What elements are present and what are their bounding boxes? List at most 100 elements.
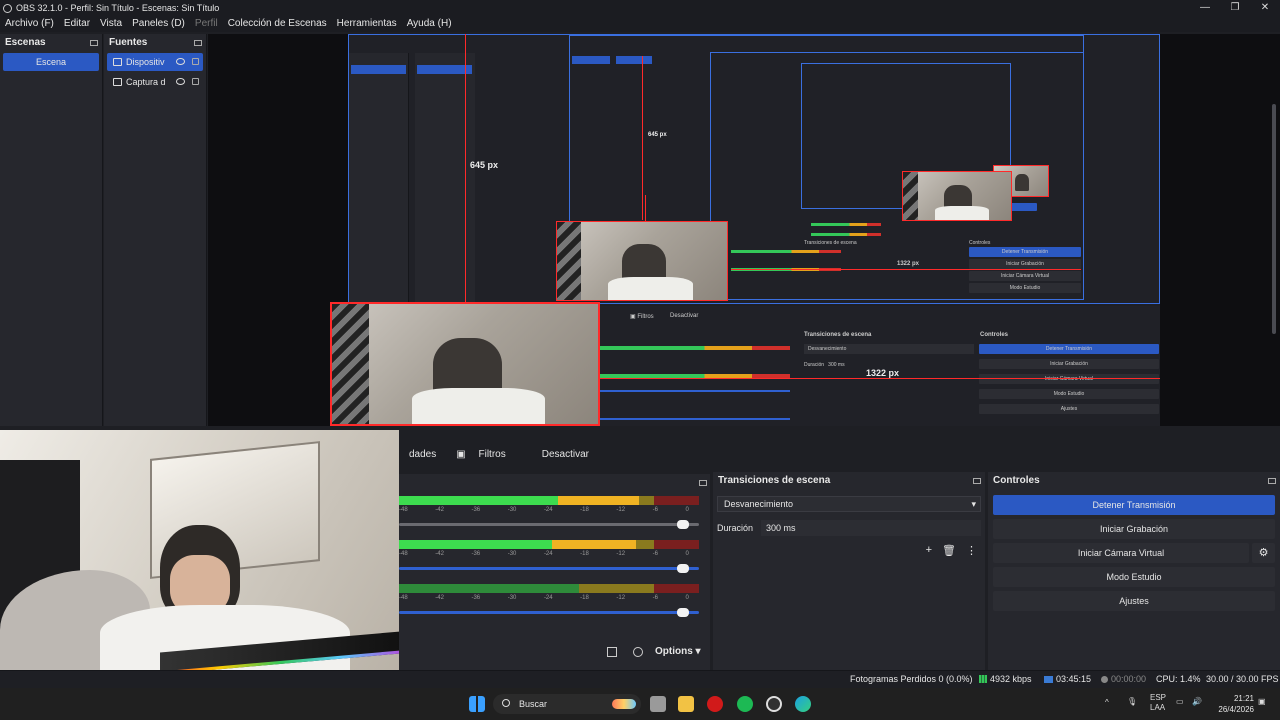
guide-vertical — [465, 34, 466, 302]
nested-trans-title: Transiciones de escena — [804, 332, 872, 338]
visibility-eye-icon[interactable] — [176, 58, 185, 65]
app-red-icon[interactable] — [707, 696, 723, 712]
preview-canvas[interactable]: 645 px Transiciones de escena Controles … — [208, 34, 1280, 426]
visibility-eye-icon[interactable] — [176, 78, 185, 85]
selected-camera-source[interactable] — [330, 302, 600, 426]
meter-scale: -48 -42 -36 -30 -24 -18 -12 -6 0 — [399, 507, 699, 513]
transition-select[interactable]: Desvanecimiento — [717, 496, 981, 512]
add-icon[interactable]: + — [926, 544, 932, 557]
scenes-dock-icon[interactable] — [90, 40, 98, 46]
deactivate-button[interactable]: Desactivar — [526, 449, 599, 460]
source-item-dispositivo[interactable]: Dispositiv — [107, 53, 203, 71]
window-capture-icon — [113, 78, 122, 86]
close-button[interactable]: ✕ — [1250, 0, 1280, 16]
duration-input[interactable]: 300 ms — [761, 520, 981, 536]
nested-studio-button: Modo Estudio — [969, 283, 1081, 293]
lock-icon[interactable] — [192, 58, 199, 65]
mixer-dock-icon[interactable] — [699, 480, 707, 486]
window-title: OBS 32.1.0 - Perfil: Sin Título - Escena… — [16, 3, 220, 13]
nested-controls-title: Controles — [980, 332, 1009, 338]
lang-bottom: LAA — [1150, 703, 1166, 712]
meter-tick-label: -42 — [435, 551, 444, 557]
transitions-dock-icon[interactable] — [973, 478, 981, 484]
menu-editar[interactable]: Editar — [59, 16, 95, 32]
more-icon[interactable]: ⋮ — [966, 544, 977, 557]
preview-vertical-scrollbar[interactable] — [1272, 104, 1276, 334]
nested-vcam-button: Iniciar Cámara Virtual — [979, 374, 1159, 384]
settings-button[interactable]: Ajustes — [993, 591, 1275, 611]
volume-slider-handle[interactable] — [677, 564, 689, 573]
obs-logo-icon — [3, 3, 12, 13]
meter-tick-label: 0 — [685, 551, 689, 557]
microphone-icon[interactable]: 🎙 — [1127, 697, 1137, 706]
stop-stream-button[interactable]: Detener Transmisión — [993, 495, 1275, 515]
filters-button[interactable]: ▣ Filtros — [446, 449, 525, 460]
properties-button[interactable]: dades — [399, 449, 446, 460]
spotify-icon[interactable] — [737, 696, 753, 712]
clock-time: 21:21 — [1233, 694, 1254, 703]
meter-tick-label: -42 — [435, 595, 444, 601]
meter-tick-label: -48 — [399, 507, 408, 513]
sources-dock-icon[interactable] — [194, 40, 202, 46]
volume-slider[interactable] — [399, 608, 699, 617]
menu-vista[interactable]: Vista — [95, 16, 127, 32]
menu-coleccion-escenas[interactable]: Colección de Escenas — [223, 16, 332, 32]
volume-slider-handle[interactable] — [677, 608, 689, 617]
volume-slider[interactable] — [399, 520, 699, 529]
obs-taskbar-icon[interactable] — [766, 696, 782, 712]
network-tray-icon[interactable]: ▭ — [1176, 697, 1184, 706]
meter-tick-label: -48 — [399, 551, 408, 557]
mixer-settings-icon[interactable] — [633, 646, 643, 657]
nested-width-label: 1322 px — [897, 261, 920, 267]
clock[interactable]: 21:21 26/4/2026 — [1210, 693, 1254, 715]
nested-slider — [600, 418, 790, 420]
volume-icon[interactable]: 🔊 — [1192, 697, 1202, 706]
minimize-button[interactable]: — — [1190, 0, 1220, 16]
windows-start-icon[interactable] — [469, 696, 485, 712]
tray-chevron-icon[interactable]: ^ — [1105, 698, 1109, 707]
mixer-layout-icon[interactable] — [607, 646, 617, 657]
menu-ayuda[interactable]: Ayuda (H) — [402, 16, 457, 32]
trash-icon[interactable]: 🗑 — [942, 544, 956, 557]
studio-mode-button[interactable]: Modo Estudio — [993, 567, 1275, 587]
notification-icon[interactable]: ▣ — [1258, 697, 1266, 706]
volume-slider[interactable] — [399, 564, 699, 573]
meter-tick-label: -12 — [616, 507, 626, 513]
edge-icon[interactable] — [795, 696, 811, 712]
search-highlight-icon — [612, 699, 636, 709]
scene-item[interactable]: Escena — [3, 53, 99, 71]
menu-herramientas[interactable]: Herramientas — [332, 16, 402, 32]
menu-paneles[interactable]: Paneles (D) — [127, 16, 190, 32]
lang-top: ESP — [1150, 693, 1167, 702]
menu-perfil[interactable]: Perfil — [190, 16, 223, 32]
nested-camera-frame — [902, 171, 1012, 221]
start-virtual-camera-button[interactable]: Iniciar Cámara Virtual — [993, 543, 1249, 563]
controls-dock-icon[interactable] — [1268, 478, 1276, 484]
status-bar: Fotogramas Perdidos 0 (0.0%) 4932 kbps 0… — [0, 670, 1280, 688]
webcam-overlay — [0, 430, 399, 670]
lock-icon[interactable] — [192, 78, 199, 85]
search-icon — [502, 699, 510, 707]
height-label: 645 px — [470, 160, 499, 170]
virtual-camera-gear-icon[interactable]: ⚙ — [1252, 543, 1275, 563]
task-view-icon[interactable] — [650, 696, 666, 712]
language-indicator[interactable]: ESP LAA — [1150, 693, 1166, 713]
network-icon — [979, 675, 987, 683]
source-item-captura[interactable]: Captura d — [107, 73, 203, 91]
nested-filters-label: ▣ Filtros — [630, 314, 654, 320]
nested-deactivate-label: Desactivar — [670, 313, 699, 319]
nested-trans-select: Desvanecimiento — [804, 344, 974, 354]
volume-slider-handle[interactable] — [677, 520, 689, 529]
file-explorer-icon[interactable] — [678, 696, 694, 712]
camera-icon — [113, 58, 122, 66]
maximize-button[interactable]: ❐ — [1220, 0, 1250, 16]
stream-icon — [1044, 676, 1053, 683]
meter-tick-label: 0 — [685, 595, 689, 601]
start-recording-button[interactable]: Iniciar Grabación — [993, 519, 1275, 539]
meter-tick-label: -36 — [471, 551, 481, 557]
nested-guide-vertical-2 — [645, 195, 646, 221]
controls-title: Controles — [993, 475, 1040, 486]
options-button[interactable]: Options ▾ — [655, 646, 701, 657]
nested-height-label: 645 px — [648, 132, 667, 138]
menu-archivo[interactable]: Archivo (F) — [0, 16, 59, 32]
